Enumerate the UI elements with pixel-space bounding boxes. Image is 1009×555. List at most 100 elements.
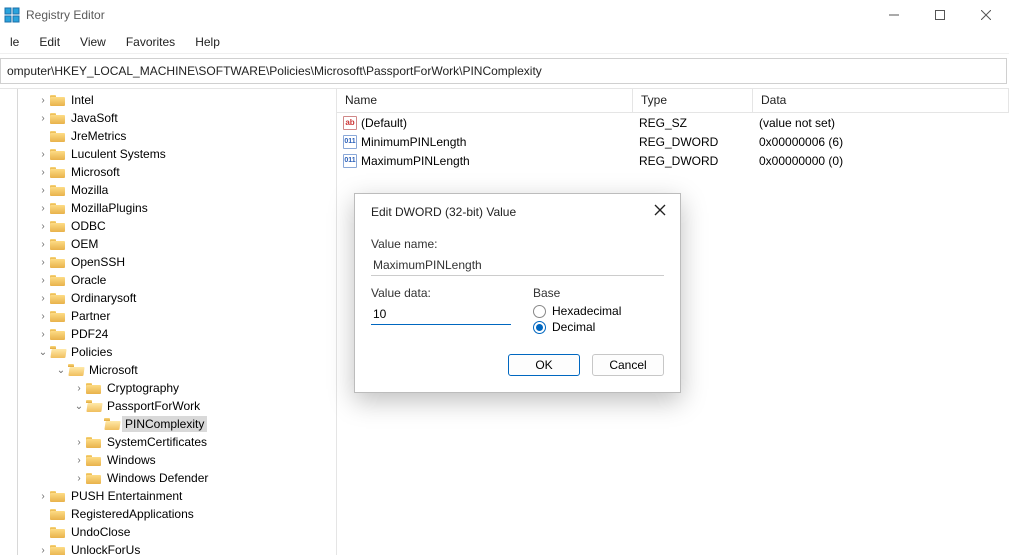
tree-node[interactable]: ›Partner bbox=[0, 307, 336, 325]
folder-icon bbox=[50, 345, 66, 359]
tree-node[interactable]: › JavaSoft bbox=[0, 109, 336, 127]
tree-node[interactable]: ⌄PassportForWork bbox=[0, 397, 336, 415]
chevron-down-icon[interactable]: ⌄ bbox=[36, 347, 50, 358]
tree-node[interactable]: ›Microsoft bbox=[0, 163, 336, 181]
tree-node-label: PINComplexity bbox=[122, 416, 207, 432]
chevron-right-icon[interactable]: › bbox=[36, 257, 50, 268]
tree-node[interactable]: ›SystemCertificates bbox=[0, 433, 336, 451]
tree-node-label: Intel bbox=[68, 92, 97, 108]
folder-icon bbox=[104, 417, 120, 431]
tree-node[interactable]: ›UnlockForUs bbox=[0, 541, 336, 555]
tree-node-label: Ordinarysoft bbox=[68, 290, 139, 306]
folder-icon bbox=[86, 399, 102, 413]
chevron-right-icon[interactable]: › bbox=[36, 95, 50, 106]
close-button[interactable] bbox=[963, 0, 1009, 30]
tree-node[interactable]: ›PDF24 bbox=[0, 325, 336, 343]
folder-icon bbox=[50, 525, 66, 539]
radio-decimal[interactable]: Decimal bbox=[533, 320, 664, 334]
list-row[interactable]: ab(Default)REG_SZ(value not set) bbox=[337, 113, 1009, 132]
value-type: REG_DWORD bbox=[633, 154, 753, 168]
chevron-right-icon[interactable]: › bbox=[36, 491, 50, 502]
menu-help[interactable]: Help bbox=[185, 32, 230, 52]
minimize-button[interactable] bbox=[871, 0, 917, 30]
address-bar[interactable]: omputer\HKEY_LOCAL_MACHINE\SOFTWARE\Poli… bbox=[0, 58, 1007, 84]
tree-node[interactable]: UndoClose bbox=[0, 523, 336, 541]
menu-file[interactable]: le bbox=[0, 32, 29, 52]
chevron-down-icon[interactable]: ⌄ bbox=[54, 365, 68, 376]
tree-node[interactable]: › Intel bbox=[0, 91, 336, 109]
folder-icon bbox=[50, 489, 66, 503]
folder-icon bbox=[86, 435, 102, 449]
tree-node[interactable]: › MozillaPlugins bbox=[0, 199, 336, 217]
folder-icon bbox=[86, 471, 102, 485]
chevron-right-icon[interactable]: › bbox=[72, 437, 86, 448]
col-header-type[interactable]: Type bbox=[633, 89, 753, 112]
tree-node-label: PUSH Entertainment bbox=[68, 488, 185, 504]
chevron-down-icon[interactable]: ⌄ bbox=[72, 401, 86, 412]
tree-node[interactable]: ›ODBC bbox=[0, 217, 336, 235]
chevron-right-icon[interactable]: › bbox=[36, 329, 50, 340]
value-data-input[interactable] bbox=[371, 304, 511, 325]
tree-node[interactable]: › Luculent Systems bbox=[0, 145, 336, 163]
folder-icon bbox=[50, 165, 66, 179]
chevron-right-icon[interactable]: › bbox=[36, 149, 50, 160]
menu-view[interactable]: View bbox=[70, 32, 116, 52]
folder-icon bbox=[50, 147, 66, 161]
tree-node[interactable]: ›OpenSSH bbox=[0, 253, 336, 271]
list-row[interactable]: 011MaximumPINLengthREG_DWORD0x00000000 (… bbox=[337, 151, 1009, 170]
folder-icon bbox=[50, 201, 66, 215]
cancel-button[interactable]: Cancel bbox=[592, 354, 664, 376]
chevron-right-icon[interactable]: › bbox=[36, 275, 50, 286]
menu-favorites[interactable]: Favorites bbox=[116, 32, 185, 52]
chevron-right-icon[interactable]: › bbox=[72, 383, 86, 394]
chevron-right-icon[interactable]: › bbox=[36, 545, 50, 555]
tree-node-label: Cryptography bbox=[104, 380, 182, 396]
value-type: REG_SZ bbox=[633, 116, 753, 130]
chevron-right-icon[interactable]: › bbox=[72, 455, 86, 466]
tree-pane[interactable]: › Intel › JavaSoftJreMetrics › Luculent Syste… bbox=[0, 89, 337, 555]
value-name-input[interactable] bbox=[371, 255, 664, 276]
tree-node[interactable]: ⌄ Microsoft bbox=[0, 361, 336, 379]
tree-node[interactable]: ›Mozilla bbox=[0, 181, 336, 199]
tree-node[interactable]: › PUSH Entertainment bbox=[0, 487, 336, 505]
chevron-right-icon[interactable]: › bbox=[36, 185, 50, 196]
folder-icon bbox=[50, 291, 66, 305]
value-data: (value not set) bbox=[753, 116, 1009, 130]
chevron-right-icon[interactable]: › bbox=[36, 203, 50, 214]
tree-node[interactable]: ⌄Policies bbox=[0, 343, 336, 361]
maximize-button[interactable] bbox=[917, 0, 963, 30]
dialog-close-button[interactable] bbox=[654, 204, 666, 219]
tree-node[interactable]: › Oracle bbox=[0, 271, 336, 289]
chevron-right-icon[interactable]: › bbox=[36, 221, 50, 232]
chevron-right-icon[interactable]: › bbox=[36, 311, 50, 322]
ok-button[interactable]: OK bbox=[508, 354, 580, 376]
tree-node-label: Microsoft bbox=[86, 362, 141, 378]
value-type: REG_DWORD bbox=[633, 135, 753, 149]
chevron-right-icon[interactable]: › bbox=[72, 473, 86, 484]
tree-node[interactable]: ›OEM bbox=[0, 235, 336, 253]
list-row[interactable]: 011MinimumPINLengthREG_DWORD0x00000006 (… bbox=[337, 132, 1009, 151]
tree-node[interactable]: JreMetrics bbox=[0, 127, 336, 145]
tree-node[interactable]: › Cryptography bbox=[0, 379, 336, 397]
tree-node-label: Luculent Systems bbox=[68, 146, 169, 162]
tree-node[interactable]: RegisteredApplications bbox=[0, 505, 336, 523]
value-name: MinimumPINLength bbox=[361, 135, 466, 149]
tree-node-label: MozillaPlugins bbox=[68, 200, 151, 216]
chevron-right-icon[interactable]: › bbox=[36, 167, 50, 178]
tree-node-label: JavaSoft bbox=[68, 110, 121, 126]
tree-node[interactable]: ›Windows Defender bbox=[0, 469, 336, 487]
value-data: 0x00000000 (0) bbox=[753, 154, 1009, 168]
folder-icon bbox=[50, 111, 66, 125]
radio-hexadecimal[interactable]: Hexadecimal bbox=[533, 304, 664, 318]
col-header-name[interactable]: Name bbox=[337, 89, 633, 112]
folder-icon bbox=[50, 327, 66, 341]
chevron-right-icon[interactable]: › bbox=[36, 239, 50, 250]
tree-node[interactable]: PINComplexity bbox=[0, 415, 336, 433]
tree-node-label: Oracle bbox=[68, 272, 109, 288]
col-header-data[interactable]: Data bbox=[753, 89, 1009, 112]
chevron-right-icon[interactable]: › bbox=[36, 293, 50, 304]
chevron-right-icon[interactable]: › bbox=[36, 113, 50, 124]
tree-node[interactable]: › Ordinarysoft bbox=[0, 289, 336, 307]
menu-edit[interactable]: Edit bbox=[29, 32, 70, 52]
tree-node[interactable]: ›Windows bbox=[0, 451, 336, 469]
